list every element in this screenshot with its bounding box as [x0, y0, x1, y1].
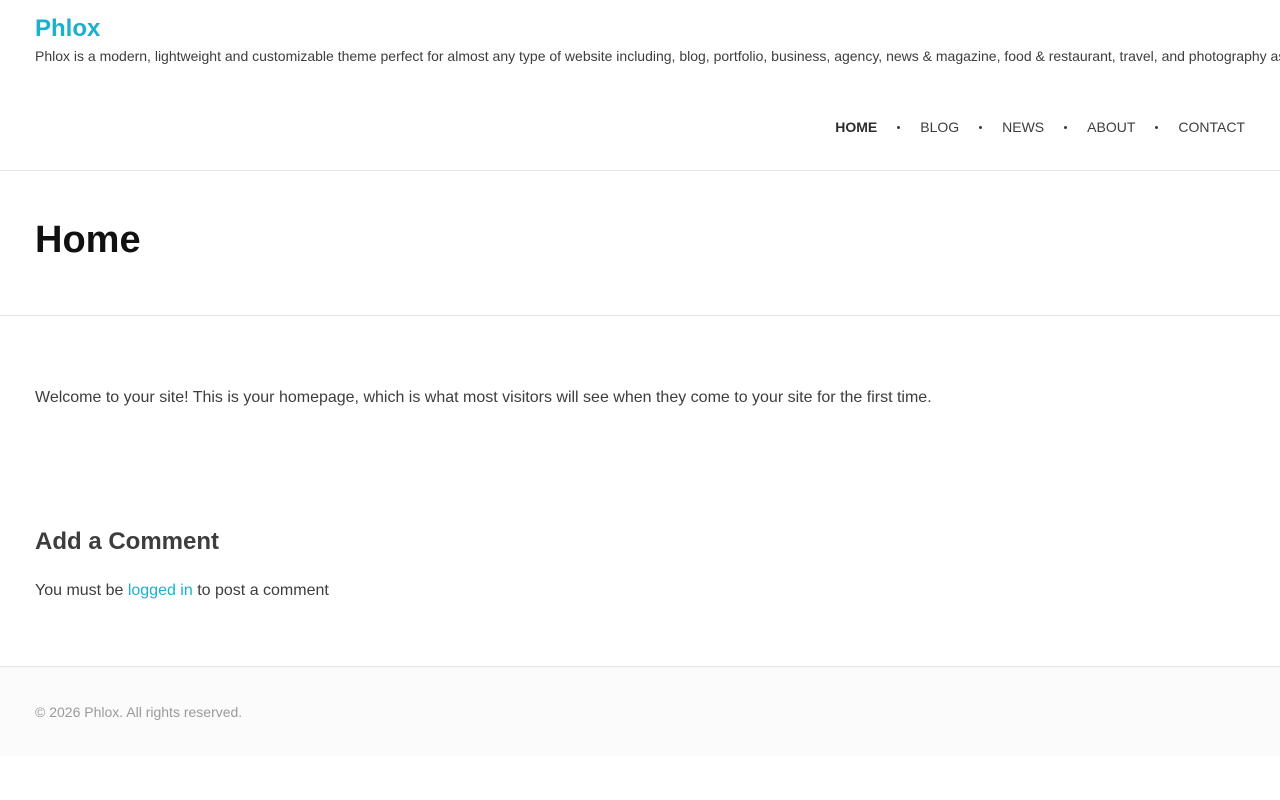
- nav-separator-dot: [1064, 125, 1068, 129]
- comment-login-note: You must be logged in to post a comment: [35, 581, 329, 601]
- site-title-link[interactable]: Phlox: [35, 15, 100, 43]
- site-footer: © 2026 Phlox. All rights reserved.: [0, 666, 1280, 756]
- comment-heading: Add a Comment: [35, 528, 220, 555]
- nav-separator-dot: [897, 125, 901, 129]
- nav-separator-dot: [979, 125, 983, 129]
- site-tagline: Phlox is a modern, lightweight and custo…: [35, 48, 1280, 64]
- comment-note-suffix: to post a comment: [192, 582, 329, 599]
- nav-item-home[interactable]: HOME: [835, 118, 877, 136]
- copyright-text: © 2026 Phlox. All rights reserved.: [35, 704, 243, 720]
- main-content: Welcome to your site! This is your homep…: [0, 316, 1280, 666]
- nav-item-news[interactable]: NEWS: [1002, 118, 1044, 136]
- site-header: Phlox Phlox is a modern, lightweight and…: [0, 0, 1280, 171]
- comment-note-prefix: You must be: [35, 582, 128, 599]
- nav-item-blog[interactable]: BLOG: [920, 118, 959, 136]
- nav-item-about[interactable]: ABOUT: [1087, 118, 1135, 136]
- page-title-bar: Home: [0, 171, 1280, 316]
- nav-separator-dot: [1155, 125, 1159, 129]
- nav-item-contact[interactable]: CONTACT: [1178, 118, 1245, 136]
- login-link[interactable]: logged in: [128, 582, 193, 599]
- page-title: Home: [35, 219, 141, 261]
- main-navigation: HOME BLOG NEWS ABOUT CONTACT: [835, 118, 1245, 136]
- welcome-text: Welcome to your site! This is your homep…: [35, 389, 932, 406]
